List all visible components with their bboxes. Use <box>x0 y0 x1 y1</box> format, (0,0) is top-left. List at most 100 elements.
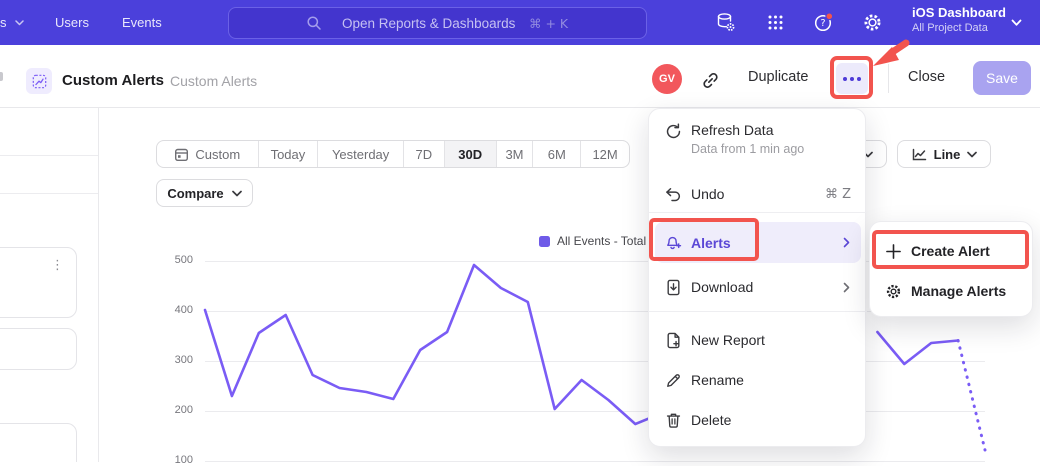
range-yesterday[interactable]: Yesterday <box>317 141 403 167</box>
menu-separator <box>649 311 867 312</box>
menu-label: Rename <box>691 372 744 388</box>
undo-icon <box>665 186 682 203</box>
nav-item-users[interactable]: Users <box>55 0 89 45</box>
submenu-label: Manage Alerts <box>911 283 1006 299</box>
breadcrumb: Custom Alerts <box>170 73 257 89</box>
bell-plus-icon <box>665 234 682 251</box>
nav-item-clipped[interactable]: s <box>0 0 24 45</box>
divider <box>888 64 889 93</box>
calendar-icon <box>174 147 189 162</box>
plus-icon <box>885 243 902 260</box>
menu-item-download[interactable]: Download <box>649 267 867 307</box>
search-input[interactable]: Open Reports & Dashboards ⌘ + K <box>228 7 647 39</box>
menu-item-new-report[interactable]: New Report <box>649 320 867 360</box>
y-axis-tick: 300 <box>158 354 193 366</box>
sidebar-card[interactable] <box>0 247 77 318</box>
range-30d[interactable]: 30D <box>444 141 496 167</box>
trash-icon <box>665 412 682 429</box>
project-switcher[interactable]: iOS Dashboard All Project Data <box>912 5 1006 34</box>
gridline <box>205 411 985 412</box>
settings-icon[interactable] <box>862 12 883 33</box>
menu-item-undo[interactable]: Undo ⌘ Z <box>649 174 867 214</box>
menu-item-alerts[interactable]: Alerts <box>649 222 867 263</box>
alerts-submenu: Create Alert Manage Alerts <box>869 221 1033 317</box>
y-axis-tick: 200 <box>158 404 193 416</box>
menu-item-refresh-data[interactable]: Refresh Data Data from 1 min ago <box>649 115 867 163</box>
top-navigation-bar: s Users Events Open Reports & Dashboards… <box>0 0 1040 45</box>
context-menu: Refresh Data Data from 1 min ago Undo ⌘ … <box>648 108 866 447</box>
series-line-dotted-tail <box>958 341 985 451</box>
menu-label: Undo <box>691 186 724 202</box>
menu-item-delete[interactable]: Delete <box>649 400 867 440</box>
chevron-right-icon <box>843 237 850 248</box>
y-axis-tick: 400 <box>158 304 193 316</box>
project-name: iOS Dashboard <box>912 5 1006 20</box>
clipped-element <box>0 72 3 81</box>
download-icon <box>665 279 682 296</box>
submenu-label: Create Alert <box>911 243 990 259</box>
menu-label: Download <box>691 279 753 295</box>
sidebar-card[interactable] <box>0 328 77 370</box>
svg-text:?: ? <box>820 18 825 29</box>
submenu-item-manage-alerts[interactable]: Manage Alerts <box>870 271 1034 311</box>
menu-item-rename[interactable]: Rename <box>649 360 867 400</box>
range-6m[interactable]: 6M <box>532 141 580 167</box>
menu-subtitle: Data from 1 min ago <box>691 142 804 156</box>
new-report-icon <box>665 332 682 349</box>
y-axis-tick: 100 <box>158 454 193 466</box>
duplicate-button[interactable]: Duplicate <box>748 69 808 85</box>
gridline <box>205 311 985 312</box>
series-line <box>205 265 662 424</box>
page-title: Custom Alerts <box>62 72 164 89</box>
range-3m[interactable]: 3M <box>496 141 533 167</box>
compare-button[interactable]: Compare <box>156 179 253 207</box>
notification-badge <box>826 13 833 20</box>
search-shortcut: ⌘ + K <box>529 16 646 31</box>
chart-legend[interactable]: All Events - Total <box>539 234 646 248</box>
nav-item-events[interactable]: Events <box>122 0 162 45</box>
chart-type-label: Line <box>934 147 961 162</box>
date-range-control: Custom Today Yesterday 7D 30D 3M 6M 12M <box>156 140 630 168</box>
chevron-down-icon[interactable] <box>1011 19 1022 27</box>
more-options-button[interactable] <box>836 63 868 94</box>
legend-label: All Events - Total <box>557 234 646 248</box>
chart-type-button[interactable]: Line <box>897 140 991 168</box>
apps-grid-icon[interactable] <box>765 12 786 33</box>
gridline <box>205 361 985 362</box>
avatar[interactable]: GV <box>652 64 682 94</box>
save-button[interactable]: Save <box>973 61 1031 95</box>
menu-label: Refresh Data <box>691 122 773 138</box>
menu-shortcut: ⌘ Z <box>825 187 851 202</box>
search-icon <box>306 15 322 31</box>
more-vertical-icon[interactable]: ⋮ <box>51 258 65 273</box>
chevron-down-icon <box>232 190 242 197</box>
range-12m[interactable]: 12M <box>580 141 629 167</box>
left-sidebar: ⋮ <box>0 108 99 462</box>
share-link-icon[interactable] <box>701 71 720 90</box>
close-button[interactable]: Close <box>908 69 945 85</box>
range-custom[interactable]: Custom <box>157 141 258 167</box>
data-icon[interactable] <box>715 12 736 33</box>
menu-separator <box>649 212 867 213</box>
chevron-right-icon <box>843 282 850 293</box>
range-today[interactable]: Today <box>258 141 318 167</box>
chevron-down-icon <box>967 151 977 158</box>
refresh-icon <box>665 123 682 140</box>
sidebar-row[interactable] <box>0 156 99 194</box>
line-chart-icon <box>911 147 927 162</box>
gridline <box>205 261 985 262</box>
help-icon[interactable]: ? <box>813 12 834 33</box>
y-axis-tick: 500 <box>158 254 193 266</box>
report-type-icon <box>26 68 52 94</box>
submenu-item-create-alert[interactable]: Create Alert <box>870 231 1034 271</box>
legend-swatch <box>539 236 550 247</box>
gear-icon <box>885 283 902 300</box>
range-7d[interactable]: 7D <box>403 141 444 167</box>
pencil-icon <box>665 372 682 389</box>
sidebar-card[interactable] <box>0 423 77 462</box>
sidebar-row[interactable] <box>0 108 99 156</box>
project-scope: All Project Data <box>912 22 1006 34</box>
report-header: Custom Alerts Custom Alerts GV Duplicate… <box>0 45 1040 108</box>
series-line <box>877 332 958 364</box>
search-placeholder: Open Reports & Dashboards <box>342 16 515 31</box>
